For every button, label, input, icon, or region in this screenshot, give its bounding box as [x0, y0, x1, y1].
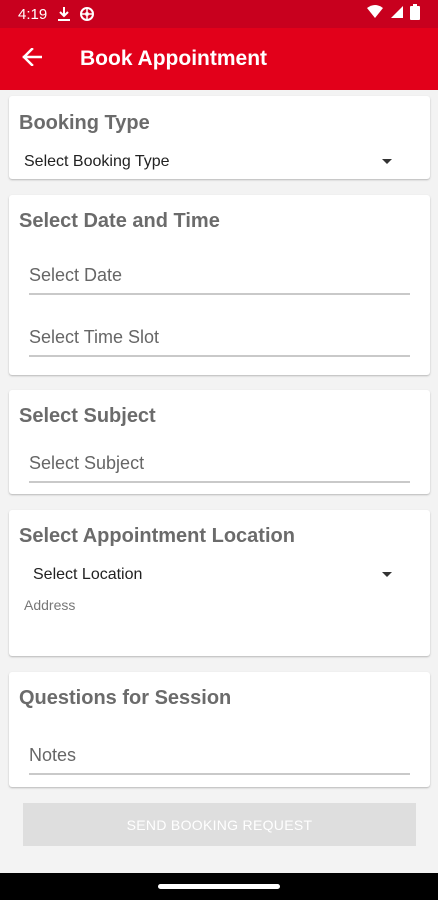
vpn-icon [79, 6, 95, 22]
questions-card: Questions for Session Notes [9, 672, 430, 787]
cell-signal-icon [390, 5, 404, 23]
select-time-slot-placeholder: Select Time Slot [29, 326, 160, 347]
notes-field[interactable]: Notes [29, 737, 410, 775]
arrow-back-icon [22, 46, 43, 71]
send-booking-request-button[interactable]: SEND BOOKING REQUEST [23, 803, 416, 846]
subject-title: Select Subject [19, 405, 156, 427]
app-bar: Book Appointment [0, 28, 438, 90]
select-date-field[interactable]: Select Date [29, 257, 410, 295]
booking-type-card: Booking Type Select Booking Type [9, 96, 430, 179]
address-label: Address [24, 597, 76, 613]
location-value: Select Location [33, 566, 143, 583]
booking-type-value: Select Booking Type [24, 153, 170, 170]
wifi-icon [366, 5, 384, 23]
navigation-bar [0, 873, 438, 900]
select-subject-placeholder: Select Subject [29, 452, 145, 473]
home-gesture-handle[interactable] [158, 884, 280, 889]
booking-type-title: Booking Type [19, 112, 150, 134]
booking-type-dropdown[interactable]: Select Booking Type [24, 151, 404, 173]
back-button[interactable] [0, 28, 64, 90]
page-title: Book Appointment [80, 47, 268, 70]
date-time-title: Select Date and Time [19, 210, 220, 232]
battery-icon [410, 4, 420, 24]
select-subject-field[interactable]: Select Subject [29, 445, 410, 483]
status-bar: 4:19 [0, 0, 438, 28]
location-dropdown[interactable]: Select Location [33, 564, 404, 586]
subject-card: Select Subject Select Subject [9, 390, 430, 494]
download-icon [57, 6, 71, 22]
status-time: 4:19 [18, 5, 48, 23]
select-date-placeholder: Select Date [29, 264, 123, 285]
date-time-card: Select Date and Time Select Date Select … [9, 195, 430, 375]
location-card: Select Appointment Location Select Locat… [9, 510, 430, 656]
chevron-down-icon [382, 572, 392, 577]
chevron-down-icon [382, 159, 392, 164]
questions-title: Questions for Session [19, 687, 232, 709]
notes-placeholder: Notes [29, 744, 77, 765]
location-title: Select Appointment Location [19, 525, 295, 547]
select-time-slot-field[interactable]: Select Time Slot [29, 319, 410, 357]
